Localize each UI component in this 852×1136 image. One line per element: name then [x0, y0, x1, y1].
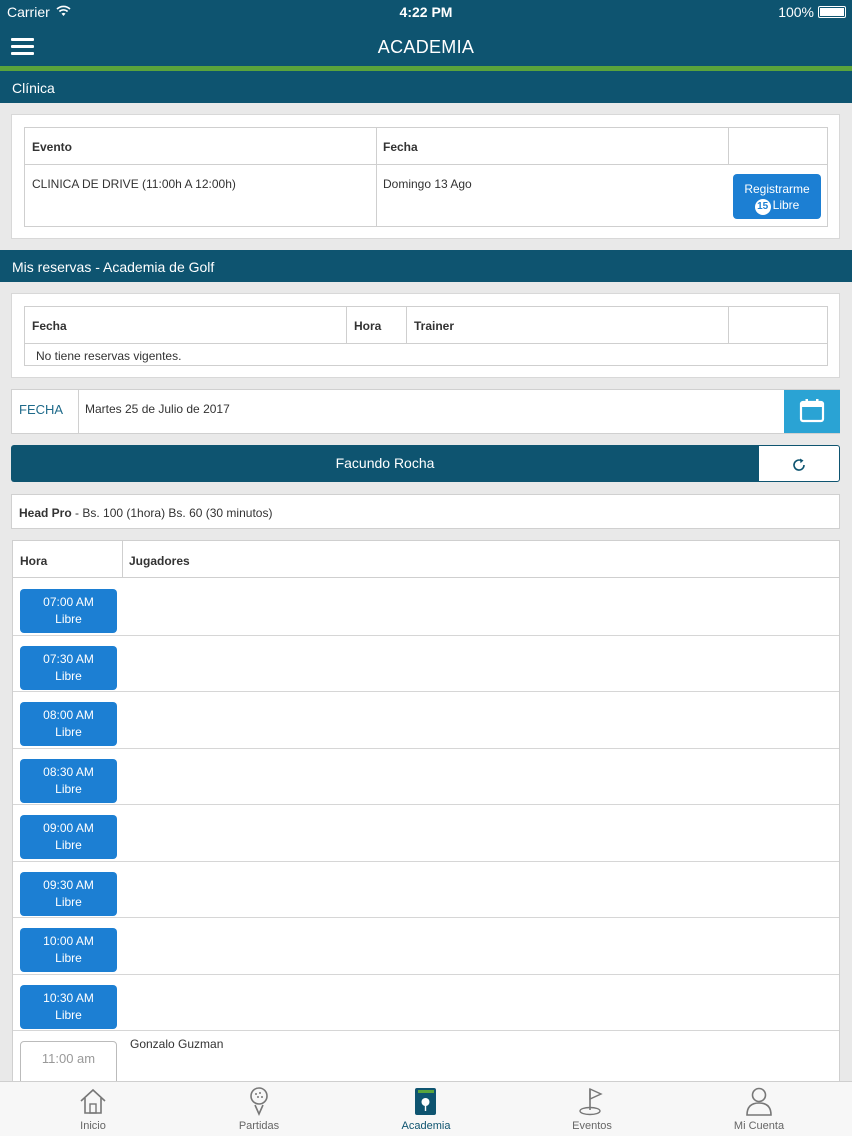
trainer-role: Head Pro — [19, 506, 72, 520]
status-bar: Carrier 4:22 PM 100% — [0, 0, 852, 24]
time-slot-button[interactable]: 08:00 AM Libre — [20, 702, 117, 746]
table-row: 10:30 AM Libre — [13, 975, 839, 1031]
schedule-header: Hora Jugadores — [13, 541, 839, 578]
table-row: 10:00 AM Libre — [13, 918, 839, 975]
calendar-icon — [799, 399, 825, 423]
tab-partidas[interactable]: Partidas — [174, 1082, 344, 1136]
section-header-reservas: Mis reservas - Academia de Golf — [0, 250, 852, 282]
column-header-hora: Hora — [20, 554, 48, 568]
schedule-table: Hora Jugadores 07:00 AM Libre 07:30 AM Lib… — [12, 540, 840, 1100]
column-header-fecha: Fecha — [383, 140, 418, 154]
slot-status: Libre — [55, 668, 82, 683]
event-name: CLINICA DE DRIVE (11:00h A 12:00h) — [32, 177, 236, 191]
academy-book-icon — [415, 1088, 436, 1115]
battery-icon — [818, 6, 846, 18]
slot-time: 10:30 AM — [43, 990, 94, 1005]
register-status: Libre — [772, 198, 800, 212]
tab-bar: Inicio Partidas Academia Eventos Mi Cuen… — [0, 1081, 852, 1136]
slot-status: Libre — [55, 838, 82, 852]
time-slot-button[interactable]: 08:30 AM Libre — [20, 758, 117, 803]
time-slot-button-taken[interactable]: 11:00 am — [20, 1041, 117, 1085]
trainer-prices: - Bs. 100 (1hora) Bs. 60 (30 minutos) — [71, 506, 273, 520]
slot-time: 09:00 AM — [43, 821, 94, 835]
tab-mi-cuenta[interactable]: Mi Cuenta — [674, 1082, 844, 1136]
trainer-selector[interactable]: Facundo Rocha — [11, 445, 759, 482]
clock: 4:22 PM — [399, 4, 453, 20]
slot-time: 07:30 AM — [43, 651, 94, 666]
section-header-clinica: Clínica — [0, 71, 852, 103]
slot-status: Libre — [55, 951, 82, 965]
slot-time: 09:30 AM — [43, 877, 94, 892]
trainer-info: Head Pro - Bs. 100 (1hora) Bs. 60 (30 mi… — [11, 494, 840, 529]
table-row: 08:30 AM Libre — [13, 749, 839, 805]
table-row: 07:30 AM Libre — [13, 636, 839, 692]
slot-time: 08:00 AM — [43, 708, 94, 722]
table-row: 09:30 AM Libre — [13, 862, 839, 918]
column-header-jugadores: Jugadores — [129, 554, 190, 568]
clinica-table: Evento Fecha CLINICA DE DRIVE (11:00h A … — [24, 127, 828, 227]
tab-label: Academia — [401, 1120, 451, 1132]
time-slot-button[interactable]: 09:00 AM Libre — [20, 815, 117, 859]
time-slot-button[interactable]: 09:30 AM Libre — [20, 871, 117, 916]
user-icon — [746, 1087, 772, 1116]
calendar-button[interactable] — [784, 390, 840, 433]
table-row: 11:00 am Gonzalo Guzman — [13, 1031, 839, 1088]
column-header-evento: Evento — [32, 140, 73, 154]
refresh-icon — [793, 458, 805, 471]
table-row: 07:00 AM Libre — [13, 579, 839, 636]
date-picker-field[interactable]: FECHA Martes 25 de Julio de 2017 — [11, 389, 840, 434]
empty-reservations-message: No tiene reservas vigentes. — [36, 349, 182, 363]
available-spots-badge: 15 — [754, 199, 771, 215]
column-header-hora: Hora — [354, 319, 382, 333]
slot-time: 07:00 AM — [43, 595, 94, 609]
register-button[interactable]: Registrarme 15 Libre — [733, 174, 821, 219]
tab-academia[interactable]: Academia — [341, 1082, 511, 1136]
slot-status: Libre — [55, 781, 82, 796]
time-slot-button[interactable]: 07:30 AM Libre — [20, 645, 117, 690]
golf-ball-icon — [250, 1087, 268, 1116]
slot-status: Libre — [55, 612, 82, 626]
table-row: 09:00 AM Libre — [13, 805, 839, 862]
column-header-fecha: Fecha — [32, 319, 67, 333]
nav-bar: ACADEMIA — [0, 24, 852, 66]
slot-status: Libre — [55, 894, 82, 909]
page-title: ACADEMIA — [377, 37, 475, 57]
battery-percent: 100% — [778, 4, 814, 20]
refresh-button[interactable] — [758, 445, 840, 482]
reservas-table: Fecha Hora Trainer No tiene reservas vig… — [24, 306, 828, 366]
flag-icon — [579, 1087, 603, 1116]
event-date: Domingo 13 Ago — [383, 177, 472, 191]
time-slot-button[interactable]: 10:30 AM Libre — [20, 984, 117, 1029]
slot-status: Libre — [55, 1007, 82, 1022]
player-name: Gonzalo Guzman — [130, 1037, 224, 1051]
home-icon — [80, 1088, 106, 1114]
tab-label: Inicio — [80, 1120, 106, 1132]
slot-time: 10:00 AM — [43, 934, 94, 948]
table-row: 08:00 AM Libre — [13, 692, 839, 749]
tab-eventos[interactable]: Eventos — [507, 1082, 677, 1136]
tab-label: Mi Cuenta — [733, 1120, 785, 1132]
tab-label: Eventos — [572, 1120, 612, 1132]
tab-label: Partidas — [238, 1120, 280, 1132]
slot-time: 08:30 AM — [43, 764, 94, 779]
date-label: FECHA — [19, 402, 64, 417]
date-value: Martes 25 de Julio de 2017 — [85, 402, 230, 416]
tab-inicio[interactable]: Inicio — [8, 1082, 178, 1136]
time-slot-button[interactable]: 10:00 AM Libre — [20, 928, 117, 972]
register-button-label: Registrarme — [744, 182, 810, 196]
slot-status: Libre — [55, 725, 82, 739]
column-header-trainer: Trainer — [414, 319, 455, 333]
time-slot-button[interactable]: 07:00 AM Libre — [20, 589, 117, 633]
